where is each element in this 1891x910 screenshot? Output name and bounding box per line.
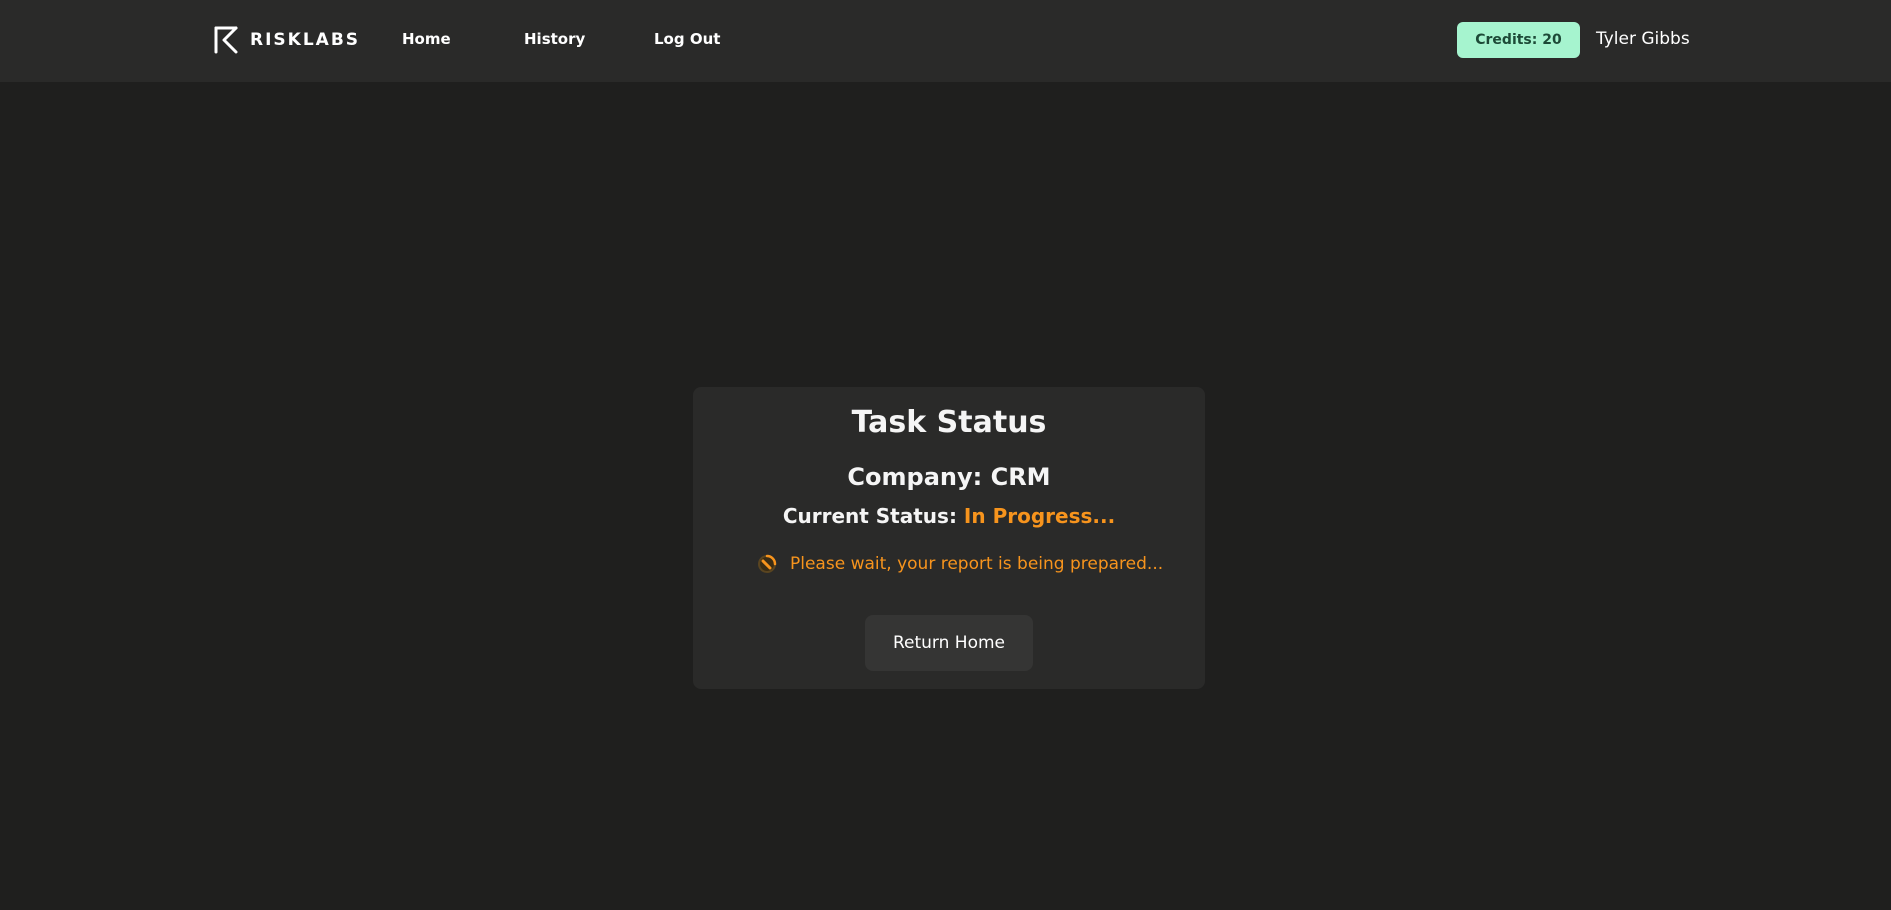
status-value: In Progress... [963,504,1116,528]
task-status-card: Task Status Company: CRM Current Status:… [693,387,1205,689]
risklabs-logo-icon [214,26,238,54]
wait-message-row: Please wait, your report is being prepar… [757,554,1163,574]
nav-home-link[interactable]: Home [402,30,451,48]
brand-logo[interactable]: RISKLABS [212,24,360,56]
wait-message: Please wait, your report is being prepar… [790,554,1164,574]
brand-name: RISKLABS [250,30,361,50]
credits-badge[interactable]: Credits: 20 [1457,22,1580,58]
nav-history-link[interactable]: History [524,30,585,48]
loading-spinner-icon [758,554,777,573]
user-name[interactable]: Tyler Gibbs [1596,29,1690,49]
card-title: Task Status [851,405,1047,440]
company-line: Company: CRM [847,463,1051,491]
return-home-button[interactable]: Return Home [865,615,1033,671]
status-label: Current Status: [782,504,957,528]
top-navigation-bar: RISKLABS Home History Log Out Credits: 2… [0,0,1891,82]
current-status-line: Current Status: In Progress... [693,504,1205,528]
nav-logout-link[interactable]: Log Out [654,30,720,48]
